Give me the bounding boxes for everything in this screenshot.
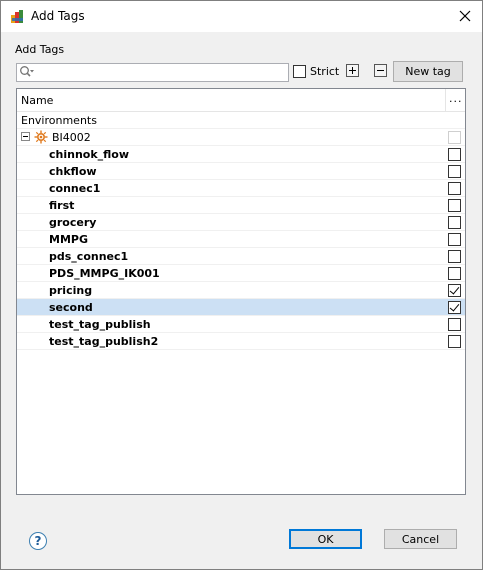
tag-name: connec1 (49, 182, 101, 195)
column-options-button[interactable]: ... (449, 92, 463, 105)
expand-all-button[interactable] (346, 64, 359, 77)
tag-checkbox[interactable] (448, 284, 461, 297)
tag-checkbox[interactable] (448, 301, 461, 314)
title-bar: Add Tags (1, 1, 482, 32)
tag-checkbox[interactable] (448, 216, 461, 229)
strict-toggle[interactable]: Strict (293, 65, 339, 78)
tag-name: PDS_MMPG_IK001 (49, 267, 160, 280)
strict-checkbox[interactable] (293, 65, 306, 78)
ok-button[interactable]: OK (289, 529, 362, 549)
tag-row[interactable]: chinnok_flow (17, 146, 465, 163)
tag-row[interactable]: first (17, 197, 465, 214)
column-header-name[interactable]: Name (21, 94, 53, 107)
app-icon (11, 10, 23, 23)
tag-checkbox[interactable] (448, 318, 461, 331)
column-divider (445, 89, 446, 111)
strict-label: Strict (310, 65, 340, 78)
tag-row[interactable]: MMPG (17, 231, 465, 248)
close-button[interactable] (454, 5, 476, 27)
tag-row[interactable]: test_tag_publish2 (17, 333, 465, 350)
help-button[interactable]: ? (29, 532, 47, 550)
group-row: Environments (17, 112, 465, 129)
tag-name: first (49, 199, 75, 212)
tag-name: pds_connec1 (49, 250, 129, 263)
environment-row[interactable]: BI4002 (17, 129, 465, 146)
environment-name: BI4002 (52, 131, 91, 144)
tag-checkbox[interactable] (448, 267, 461, 280)
tag-name: MMPG (49, 233, 88, 246)
window-title: Add Tags (31, 9, 85, 23)
new-tag-button[interactable]: New tag (393, 61, 463, 82)
tag-checkbox[interactable] (448, 233, 461, 246)
tag-row[interactable]: pds_connec1 (17, 248, 465, 265)
tag-checkbox[interactable] (448, 182, 461, 195)
environment-checkbox (448, 131, 461, 144)
section-label: Add Tags (15, 43, 65, 56)
tags-grid[interactable]: Name ... Environments BI4002 chinnok_flo… (16, 88, 466, 495)
tag-checkbox[interactable] (448, 199, 461, 212)
environment-icon (34, 130, 48, 144)
tag-checkbox[interactable] (448, 148, 461, 161)
tag-name: pricing (49, 284, 93, 297)
tag-row[interactable]: chkflow (17, 163, 465, 180)
tag-name: test_tag_publish (49, 318, 151, 331)
grid-header: Name ... (17, 89, 465, 112)
cancel-button[interactable]: Cancel (384, 529, 457, 549)
tag-row[interactable]: test_tag_publish (17, 316, 465, 333)
tag-name: second (49, 301, 93, 314)
tag-row[interactable]: pricing (17, 282, 465, 299)
tag-row[interactable]: PDS_MMPG_IK001 (17, 265, 465, 282)
tag-checkbox[interactable] (448, 165, 461, 178)
tag-name: chkflow (49, 165, 97, 178)
tag-row[interactable]: connec1 (17, 180, 465, 197)
collapse-all-button[interactable] (374, 64, 387, 77)
tag-checkbox[interactable] (448, 335, 461, 348)
add-tags-dialog: Add Tags Add Tags Strict New tag Name ..… (0, 0, 483, 570)
tag-name: chinnok_flow (49, 148, 130, 161)
tag-row[interactable]: second (17, 299, 465, 316)
search-icon (20, 66, 34, 77)
tag-name: grocery (49, 216, 97, 229)
collapse-toggle-icon[interactable] (21, 132, 30, 141)
tag-name: test_tag_publish2 (49, 335, 159, 348)
tag-checkbox[interactable] (448, 250, 461, 263)
close-icon (459, 10, 471, 22)
tag-row[interactable]: grocery (17, 214, 465, 231)
search-box[interactable] (16, 63, 289, 82)
group-label: Environments (21, 114, 97, 127)
search-input[interactable] (37, 64, 285, 81)
